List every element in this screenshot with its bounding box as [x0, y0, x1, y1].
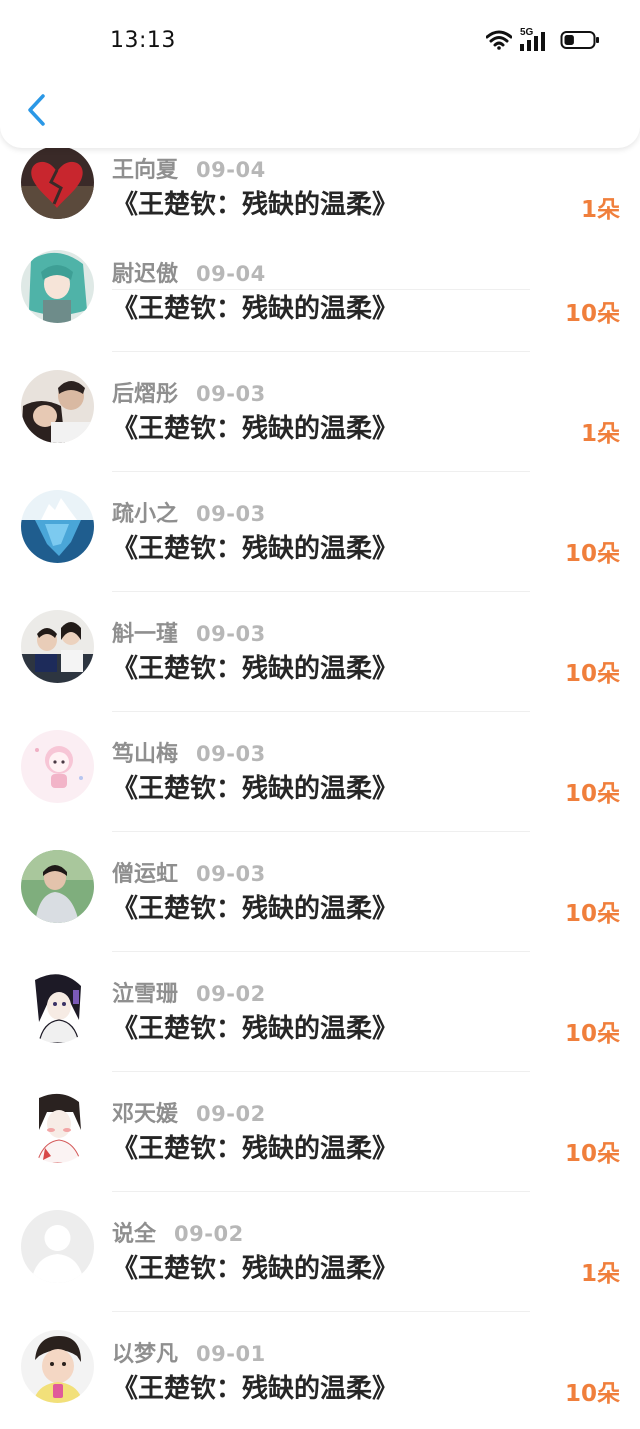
- username[interactable]: 王向夏: [112, 152, 178, 184]
- cartoon-girl-avatar: [21, 730, 94, 803]
- work-title[interactable]: 《王楚钦：残缺的温柔》: [112, 1008, 398, 1045]
- gift-amount: 10朵: [564, 781, 620, 807]
- record-date: 09-01: [196, 1342, 266, 1366]
- work-title[interactable]: 《王楚钦：残缺的温柔》: [112, 768, 398, 805]
- gift-amount: 10朵: [564, 1381, 620, 1407]
- record-date: 09-02: [174, 1222, 244, 1246]
- record-date: 09-03: [196, 502, 266, 526]
- list-item[interactable]: 疏小之 09-03 《王楚钦：残缺的温柔》 10朵: [0, 472, 640, 592]
- status-time: 13:13: [110, 28, 176, 53]
- record-meta: 以梦凡 09-01: [112, 1336, 266, 1368]
- sketch-girl-avatar: [21, 1090, 94, 1163]
- username[interactable]: 斛一瑾: [112, 616, 178, 648]
- anime-girl-avatar: [21, 250, 94, 323]
- username[interactable]: 僧运虹: [112, 856, 178, 888]
- record-meta: 后熠彤 09-03: [112, 376, 266, 408]
- username[interactable]: 说全: [112, 1216, 156, 1248]
- record-meta: 王向夏 09-04: [112, 152, 266, 184]
- work-title[interactable]: 《王楚钦：残缺的温柔》: [112, 528, 398, 565]
- work-title[interactable]: 《王楚钦：残缺的温柔》: [112, 888, 398, 925]
- status-icons: 5G: [485, 27, 600, 56]
- username[interactable]: 邓天媛: [112, 1096, 178, 1128]
- gift-amount: 10朵: [564, 541, 620, 567]
- list-item[interactable]: 僧运虹 09-03 《王楚钦：残缺的温柔》 10朵: [0, 832, 640, 952]
- record-meta: 僧运虹 09-03: [112, 856, 266, 888]
- record-meta: 邓天媛 09-02: [112, 1096, 266, 1128]
- list-item[interactable]: 说全 09-02 《王楚钦：残缺的温柔》 1朵: [0, 1192, 640, 1312]
- record-meta: 泣雪珊 09-02: [112, 976, 266, 1008]
- cellular-signal-icon: 5G: [520, 27, 552, 54]
- list-item[interactable]: 后熠彤 09-03 《王楚钦：残缺的温柔》 1朵: [0, 352, 640, 472]
- record-date: 09-04: [196, 158, 266, 182]
- iceberg-avatar: [21, 490, 94, 563]
- record-date: 09-03: [196, 742, 266, 766]
- work-title[interactable]: 《王楚钦：残缺的温柔》: [112, 648, 398, 685]
- header: 13:13 5G: [0, 0, 640, 148]
- work-title[interactable]: 《王楚钦：残缺的温柔》: [112, 184, 398, 221]
- wifi-icon: [485, 30, 513, 54]
- record-date: 09-02: [196, 982, 266, 1006]
- work-title[interactable]: 《王楚钦：残缺的温柔》: [112, 1248, 398, 1285]
- record-meta: 斛一瑾 09-03: [112, 616, 266, 648]
- record-date: 09-03: [196, 862, 266, 886]
- username[interactable]: 泣雪珊: [112, 976, 178, 1008]
- list-item[interactable]: 尉迟傲 09-04 《王楚钦：残缺的温柔》 10朵: [0, 232, 640, 352]
- username[interactable]: 后熠彤: [112, 376, 178, 408]
- record-meta: 尉迟傲 09-04: [112, 256, 266, 288]
- list-item[interactable]: 以梦凡 09-01 《王楚钦：残缺的温柔》 10朵: [0, 1312, 640, 1429]
- record-meta: 说全 09-02: [112, 1216, 244, 1248]
- work-title[interactable]: 《王楚钦：残缺的温柔》: [112, 288, 398, 325]
- username[interactable]: 尉迟傲: [112, 256, 178, 288]
- manga-girl-avatar: [21, 970, 94, 1043]
- gift-amount: 1朵: [580, 1261, 620, 1287]
- list-item[interactable]: 邓天媛 09-02 《王楚钦：残缺的温柔》 10朵: [0, 1072, 640, 1192]
- gift-amount: 10朵: [564, 901, 620, 927]
- gift-amount: 1朵: [580, 197, 620, 223]
- gift-amount: 10朵: [564, 301, 620, 327]
- username[interactable]: 以梦凡: [112, 1336, 178, 1368]
- boy-photo-avatar: [21, 850, 94, 923]
- gift-amount: 1朵: [580, 421, 620, 447]
- default-user-avatar: [21, 1210, 94, 1283]
- screen: 王向夏 09-04 《王楚钦：残缺的温柔》 1朵 尉迟傲 09-04 《王楚钦：…: [0, 0, 640, 1429]
- gift-amount: 10朵: [564, 661, 620, 687]
- record-date: 09-03: [196, 622, 266, 646]
- kids-avatar: [21, 610, 94, 683]
- username[interactable]: 笃山梅: [112, 736, 178, 768]
- work-title[interactable]: 《王楚钦：残缺的温柔》: [112, 1368, 398, 1405]
- list-item[interactable]: 斛一瑾 09-03 《王楚钦：残缺的温柔》 10朵: [0, 592, 640, 712]
- list-item[interactable]: 泣雪珊 09-02 《王楚钦：残缺的温柔》 10朵: [0, 952, 640, 1072]
- broken-heart-avatar: [21, 146, 94, 219]
- gift-amount: 10朵: [564, 1141, 620, 1167]
- back-button[interactable]: [18, 92, 54, 132]
- work-title[interactable]: 《王楚钦：残缺的温柔》: [112, 1128, 398, 1165]
- record-date: 09-03: [196, 382, 266, 406]
- work-title[interactable]: 《王楚钦：残缺的温柔》: [112, 408, 398, 445]
- record-date: 09-02: [196, 1102, 266, 1126]
- record-meta: 疏小之 09-03: [112, 496, 266, 528]
- couple-avatar: [21, 370, 94, 443]
- chevron-left-icon: [25, 93, 47, 131]
- record-meta: 笃山梅 09-03: [112, 736, 266, 768]
- record-date: 09-04: [196, 262, 266, 286]
- gift-amount: 10朵: [564, 1021, 620, 1047]
- battery-icon: [560, 30, 600, 54]
- child-photo-avatar: [21, 1330, 94, 1403]
- username[interactable]: 疏小之: [112, 496, 178, 528]
- list-item[interactable]: 笃山梅 09-03 《王楚钦：残缺的温柔》 10朵: [0, 712, 640, 832]
